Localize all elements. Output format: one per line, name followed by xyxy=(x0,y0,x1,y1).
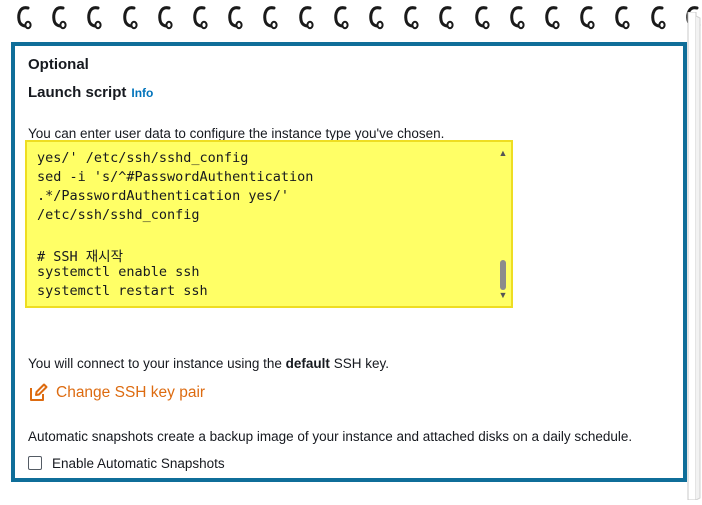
edit-icon xyxy=(28,383,48,403)
binding-ring-icon xyxy=(614,4,632,30)
ssh-connect-bold: default xyxy=(285,356,330,371)
binding-ring-icon xyxy=(544,4,562,30)
launch-script-textarea[interactable]: yes/' /etc/ssh/sshd_config sed -i 's/^#P… xyxy=(25,140,513,308)
binding-ring-icon xyxy=(51,4,69,30)
change-ssh-key-label: Change SSH key pair xyxy=(56,384,206,401)
enable-snapshots-checkbox[interactable] xyxy=(28,456,42,470)
binding-ring-icon xyxy=(509,4,527,30)
binding-ring-icon xyxy=(262,4,280,30)
code-line: .*/PasswordAuthentication yes/' xyxy=(37,188,289,204)
launch-script-label: Launch script xyxy=(28,84,127,101)
launch-script-heading: Launch script Info xyxy=(28,84,153,101)
script-content: yes/' /etc/ssh/sshd_config sed -i 's/^#P… xyxy=(27,142,495,306)
code-line: systemctl enable ssh xyxy=(37,264,200,280)
binding-ring-icon xyxy=(474,4,492,30)
enable-snapshots-option[interactable]: Enable Automatic Snapshots xyxy=(28,453,225,473)
binding-ring-icon xyxy=(579,4,597,30)
binding-ring-icon xyxy=(86,4,104,30)
code-line: /etc/ssh/sshd_config xyxy=(37,207,200,223)
ssh-connect-suffix: SSH key. xyxy=(329,356,389,371)
binding-ring-icon xyxy=(333,4,351,30)
scroll-up-arrow-icon[interactable]: ▲ xyxy=(498,148,508,158)
info-link[interactable]: Info xyxy=(131,86,153,100)
code-line: # SSH 재시작 xyxy=(37,249,124,265)
code-line: systemctl restart ssh xyxy=(37,283,208,299)
code-line: sed -i 's/^#PasswordAuthentication xyxy=(37,169,314,185)
binding-ring-icon xyxy=(298,4,316,30)
optional-heading: Optional xyxy=(28,56,89,73)
snapshot-description: Automatic snapshots create a backup imag… xyxy=(28,429,633,444)
binding-ring-icon xyxy=(438,4,456,30)
binding-ring-icon xyxy=(157,4,175,30)
binding-ring-icon xyxy=(16,4,34,30)
code-line: yes/' /etc/ssh/sshd_config xyxy=(37,150,249,166)
textarea-scrollbar[interactable]: ▲ ▼ xyxy=(495,142,511,306)
scroll-down-arrow-icon[interactable]: ▼ xyxy=(498,290,508,300)
launch-script-helper-text: You can enter user data to configure the… xyxy=(28,126,445,141)
scrollbar-thumb[interactable] xyxy=(500,260,506,290)
ssh-connect-prefix: You will connect to your instance using … xyxy=(28,356,286,371)
ssh-connect-text: You will connect to your instance using … xyxy=(28,356,389,371)
notebook-binding xyxy=(0,0,702,40)
change-ssh-key-link[interactable]: Change SSH key pair xyxy=(28,382,205,404)
enable-snapshots-label[interactable]: Enable Automatic Snapshots xyxy=(52,456,225,471)
binding-ring-icon xyxy=(403,4,421,30)
binding-ring-icon xyxy=(122,4,140,30)
binding-ring-icon xyxy=(368,4,386,30)
binding-ring-icon xyxy=(192,4,210,30)
highlight-frame: Optional Launch script Info You can enter… xyxy=(11,42,687,482)
binding-ring-icon xyxy=(227,4,245,30)
binding-ring-icon xyxy=(650,4,668,30)
